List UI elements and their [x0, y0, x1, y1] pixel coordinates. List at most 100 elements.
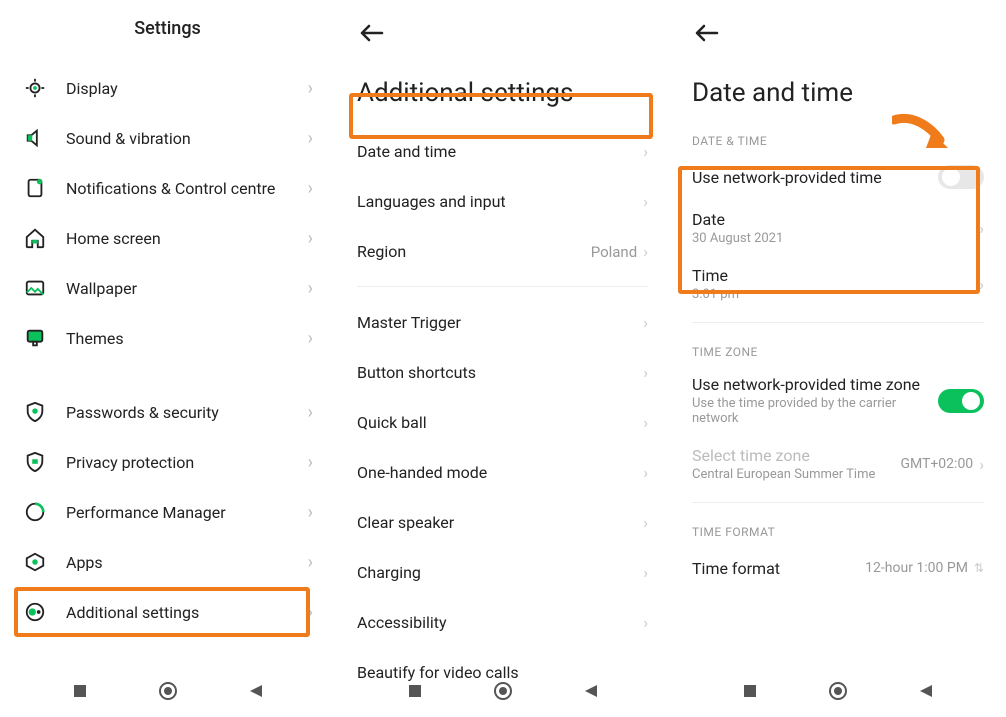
item-label: Wallpaper	[66, 279, 308, 298]
item-value: 12-hour 1:00 PM	[865, 560, 968, 576]
chevron-right-icon: ›	[643, 513, 648, 532]
item-label: Charging	[357, 563, 421, 582]
divider	[692, 502, 984, 503]
item-quick-ball[interactable]: Quick ball ›	[335, 397, 670, 447]
chevron-right-icon: ›	[308, 328, 313, 349]
item-label: Use network-provided time zone	[692, 375, 928, 394]
chevron-right-icon: ›	[308, 78, 313, 99]
toggle-network-tz[interactable]	[938, 389, 984, 413]
item-value: Poland	[591, 243, 637, 261]
chevron-right-icon: ›	[643, 463, 648, 482]
back-arrow[interactable]	[670, 0, 1006, 48]
item-label: Accessibility	[357, 613, 447, 632]
chevron-right-icon: ›	[308, 278, 313, 299]
settings-item-privacy[interactable]: Privacy protection ›	[0, 437, 335, 487]
item-sub: Central European Summer Time	[692, 467, 875, 482]
chevron-right-icon: ›	[643, 363, 648, 382]
item-value: GMT+02:00	[900, 456, 973, 472]
chevron-right-icon: ›	[643, 413, 648, 432]
item-clear-speaker[interactable]: Clear speaker ›	[335, 497, 670, 547]
item-label: Passwords & security	[66, 403, 308, 422]
chevron-right-icon: ›	[308, 552, 313, 573]
item-label: Select time zone	[692, 446, 875, 465]
highlight-additional-settings	[14, 587, 310, 637]
settings-item-themes[interactable]: Themes ›	[0, 313, 335, 363]
home-button[interactable]	[158, 681, 178, 705]
wallpaper-icon	[22, 275, 48, 301]
item-use-network-tz[interactable]: Use network-provided time zone Use the t…	[670, 365, 1006, 436]
item-charging[interactable]: Charging ›	[335, 547, 670, 597]
back-button[interactable]	[583, 683, 599, 703]
back-button[interactable]	[918, 683, 934, 703]
settings-item-home[interactable]: Home screen ›	[0, 213, 335, 263]
item-button-shortcuts[interactable]: Button shortcuts ›	[335, 347, 670, 397]
item-one-handed[interactable]: One-handed mode ›	[335, 447, 670, 497]
shield-icon	[22, 399, 48, 425]
recents-button[interactable]	[407, 683, 423, 703]
settings-item-performance[interactable]: Performance Manager ›	[0, 487, 335, 537]
item-label: Notifications & Control centre	[66, 179, 308, 198]
settings-item-sound[interactable]: Sound & vibration ›	[0, 113, 335, 163]
item-accessibility[interactable]: Accessibility ›	[335, 597, 670, 647]
settings-item-wallpaper[interactable]: Wallpaper ›	[0, 263, 335, 313]
item-label: Master Trigger	[357, 313, 461, 332]
item-select-tz: Select time zone Central European Summer…	[670, 436, 1006, 492]
item-region[interactable]: Region Poland›	[335, 226, 670, 276]
chevron-right-icon: ›	[643, 142, 648, 161]
settings-item-passwords[interactable]: Passwords & security ›	[0, 387, 335, 437]
item-label: Button shortcuts	[357, 363, 476, 382]
item-label: Clear speaker	[357, 513, 454, 532]
android-navbar	[0, 669, 335, 717]
android-navbar	[670, 669, 1006, 717]
chevron-right-icon: ›	[643, 613, 648, 632]
privacy-icon	[22, 449, 48, 475]
item-label: Privacy protection	[66, 453, 308, 472]
page-title: Date and time	[670, 48, 1006, 122]
chevron-right-icon: ›	[308, 178, 313, 199]
item-label: Quick ball	[357, 413, 427, 432]
item-label: Home screen	[66, 229, 308, 248]
item-label: Time format	[692, 559, 780, 578]
android-navbar	[335, 669, 670, 717]
item-label: Region	[357, 242, 406, 261]
item-label: Date and time	[357, 142, 456, 161]
item-label: Display	[66, 79, 308, 98]
recents-button[interactable]	[72, 683, 88, 703]
settings-screen: Settings Display › Sound & vibration › N…	[0, 0, 335, 717]
chevron-right-icon: ›	[308, 402, 313, 423]
back-button[interactable]	[248, 683, 264, 703]
item-label: One-handed mode	[357, 463, 487, 482]
chevron-right-icon: ›	[308, 128, 313, 149]
chevron-right-icon: ›	[643, 563, 648, 582]
home-button[interactable]	[493, 681, 513, 705]
home-button[interactable]	[828, 681, 848, 705]
section-timezone: TIME ZONE	[670, 333, 1006, 365]
highlight-date-time	[349, 93, 653, 139]
updown-icon: ⇅	[974, 561, 984, 575]
display-icon	[22, 75, 48, 101]
home-icon	[22, 225, 48, 251]
date-time-screen: Date and time DATE & TIME Use network-pr…	[670, 0, 1006, 717]
settings-item-display[interactable]: Display ›	[0, 63, 335, 113]
item-label: Apps	[66, 553, 308, 572]
item-label: Themes	[66, 329, 308, 348]
page-title: Settings	[0, 0, 335, 63]
item-time-format[interactable]: Time format 12-hour 1:00 PM ⇅	[670, 545, 1006, 591]
divider	[357, 286, 648, 287]
additional-settings-screen: Additional settings Date and time › Lang…	[335, 0, 670, 717]
callout-arrow	[892, 112, 950, 156]
back-arrow[interactable]	[335, 0, 670, 48]
item-label: Performance Manager	[66, 503, 308, 522]
settings-item-notifications[interactable]: Notifications & Control centre ›	[0, 163, 335, 213]
item-label: Languages and input	[357, 192, 506, 211]
settings-item-apps[interactable]: Apps ›	[0, 537, 335, 587]
sound-icon	[22, 125, 48, 151]
section-format: TIME FORMAT	[670, 513, 1006, 545]
notifications-icon	[22, 175, 48, 201]
section-datetime: DATE & TIME	[670, 122, 1006, 154]
recents-button[interactable]	[742, 683, 758, 703]
performance-icon	[22, 499, 48, 525]
item-master-trigger[interactable]: Master Trigger ›	[335, 297, 670, 347]
highlight-date-time-values	[678, 166, 980, 294]
item-languages[interactable]: Languages and input ›	[335, 176, 670, 226]
